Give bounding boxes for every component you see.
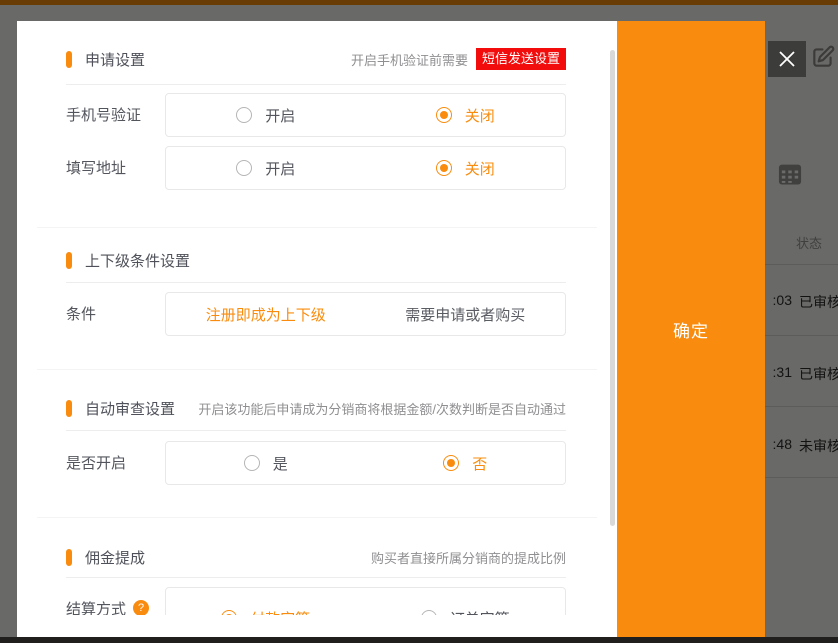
radio-option-on[interactable]: 开启 [166,147,366,189]
section-divider [66,84,566,85]
help-icon[interactable]: ? [133,600,149,615]
radio-option-label: 关闭 [465,105,495,126]
radio-option-label: 开启 [265,105,295,126]
sms-settings-link[interactable]: 短信发送设置 [476,48,566,70]
radio-option-settle-on-payment[interactable]: 付款完算 [166,588,366,615]
radio-option-settle-on-order[interactable]: 订单完算 [366,588,566,615]
section-title: 上下级条件设置 [66,250,190,271]
section-accent-bar-icon [66,51,72,68]
section-title-text: 上下级条件设置 [85,250,190,271]
section-title: 申请设置 [66,49,145,70]
choice-apply-or-purchase[interactable]: 需要申请或者购买 [366,293,566,335]
choice-register-becomes-hierarchy[interactable]: 注册即成为上下级 [166,293,366,335]
section-separator [37,517,597,518]
confirm-button[interactable]: 确定 [617,21,765,637]
radio-option-label: 关闭 [465,158,495,179]
radio-option-off[interactable]: 关闭 [366,147,566,189]
section-accent-bar-icon [66,549,72,566]
radio-option-off[interactable]: 关闭 [366,94,566,136]
row-label-condition: 条件 [66,292,96,334]
section-divider [66,577,566,578]
radio-option-label: 付款完算 [250,608,310,616]
section-commission-header: 佣金提成 购买者直接所属分销商的提成比例 [66,546,566,568]
row-label-text: 结算方式 [66,598,126,616]
radio-icon[interactable] [421,610,437,615]
section-title: 佣金提成 [66,547,145,568]
radio-icon[interactable] [436,107,452,123]
section-separator [37,369,597,370]
radio-icon[interactable] [221,610,237,615]
section-hint: 开启该功能后申请成为分销商将根据金额/次数判断是否自动通过 [198,399,566,418]
hint-text: 购买者直接所属分销商的提成比例 [371,548,566,567]
modal-scroll-area: 申请设置 开启手机验证前需要 短信发送设置 手机号验证 开启 关闭 [17,21,617,615]
close-button[interactable] [768,41,806,77]
row-label-fill-address: 填写地址 [66,146,126,188]
screen: 状态 :03 已审核 :31 已审核 :48 未审核 申请设置 开启手机验证前需… [0,0,838,643]
radio-icon[interactable] [244,455,260,471]
radio-icon[interactable] [236,107,252,123]
row-label-auto-enabled: 是否开启 [66,441,126,483]
section-title: 自动审查设置 [66,398,175,419]
section-hint: 开启手机验证前需要 短信发送设置 [351,48,566,70]
section-separator [37,227,597,228]
section-divider [66,282,566,283]
radio-icon[interactable] [443,455,459,471]
radio-group-auto-enabled: 是 否 [165,441,566,485]
section-accent-bar-icon [66,400,72,417]
viewport-bottom-edge [0,637,838,643]
settings-modal: 申请设置 开启手机验证前需要 短信发送设置 手机号验证 开启 关闭 [17,21,617,637]
section-accent-bar-icon [66,252,72,269]
hint-text: 开启手机验证前需要 [351,50,468,69]
radio-option-label: 开启 [265,158,295,179]
section-divider [66,430,566,431]
close-icon [776,48,798,70]
section-hint: 购买者直接所属分销商的提成比例 [371,548,566,567]
radio-group-phone-verify: 开启 关闭 [165,93,566,137]
radio-icon[interactable] [436,160,452,176]
choice-group-condition: 注册即成为上下级 需要申请或者购买 [165,292,566,336]
confirm-button-label: 确定 [673,317,709,342]
row-label-settlement-method: 结算方式 ? [66,587,149,615]
row-label-phone-verify: 手机号验证 [66,93,141,135]
radio-icon[interactable] [236,160,252,176]
modal-scrollbar[interactable] [610,50,615,526]
section-title-text: 自动审查设置 [85,398,175,419]
radio-option-yes[interactable]: 是 [166,442,366,484]
section-apply-settings-header: 申请设置 开启手机验证前需要 短信发送设置 [66,48,566,70]
hint-text: 开启该功能后申请成为分销商将根据金额/次数判断是否自动通过 [198,399,566,418]
radio-group-fill-address: 开启 关闭 [165,146,566,190]
section-title-text: 佣金提成 [85,547,145,568]
section-auto-review-header: 自动审查设置 开启该功能后申请成为分销商将根据金额/次数判断是否自动通过 [66,397,566,419]
radio-option-no[interactable]: 否 [366,442,566,484]
radio-option-on[interactable]: 开启 [166,94,366,136]
section-hierarchy-header: 上下级条件设置 [66,249,566,271]
section-title-text: 申请设置 [85,49,145,70]
radio-option-label: 是 [273,453,288,474]
radio-group-settlement: 付款完算 订单完算 [165,587,566,615]
radio-option-label: 否 [472,453,487,474]
radio-option-label: 订单完算 [450,608,510,616]
